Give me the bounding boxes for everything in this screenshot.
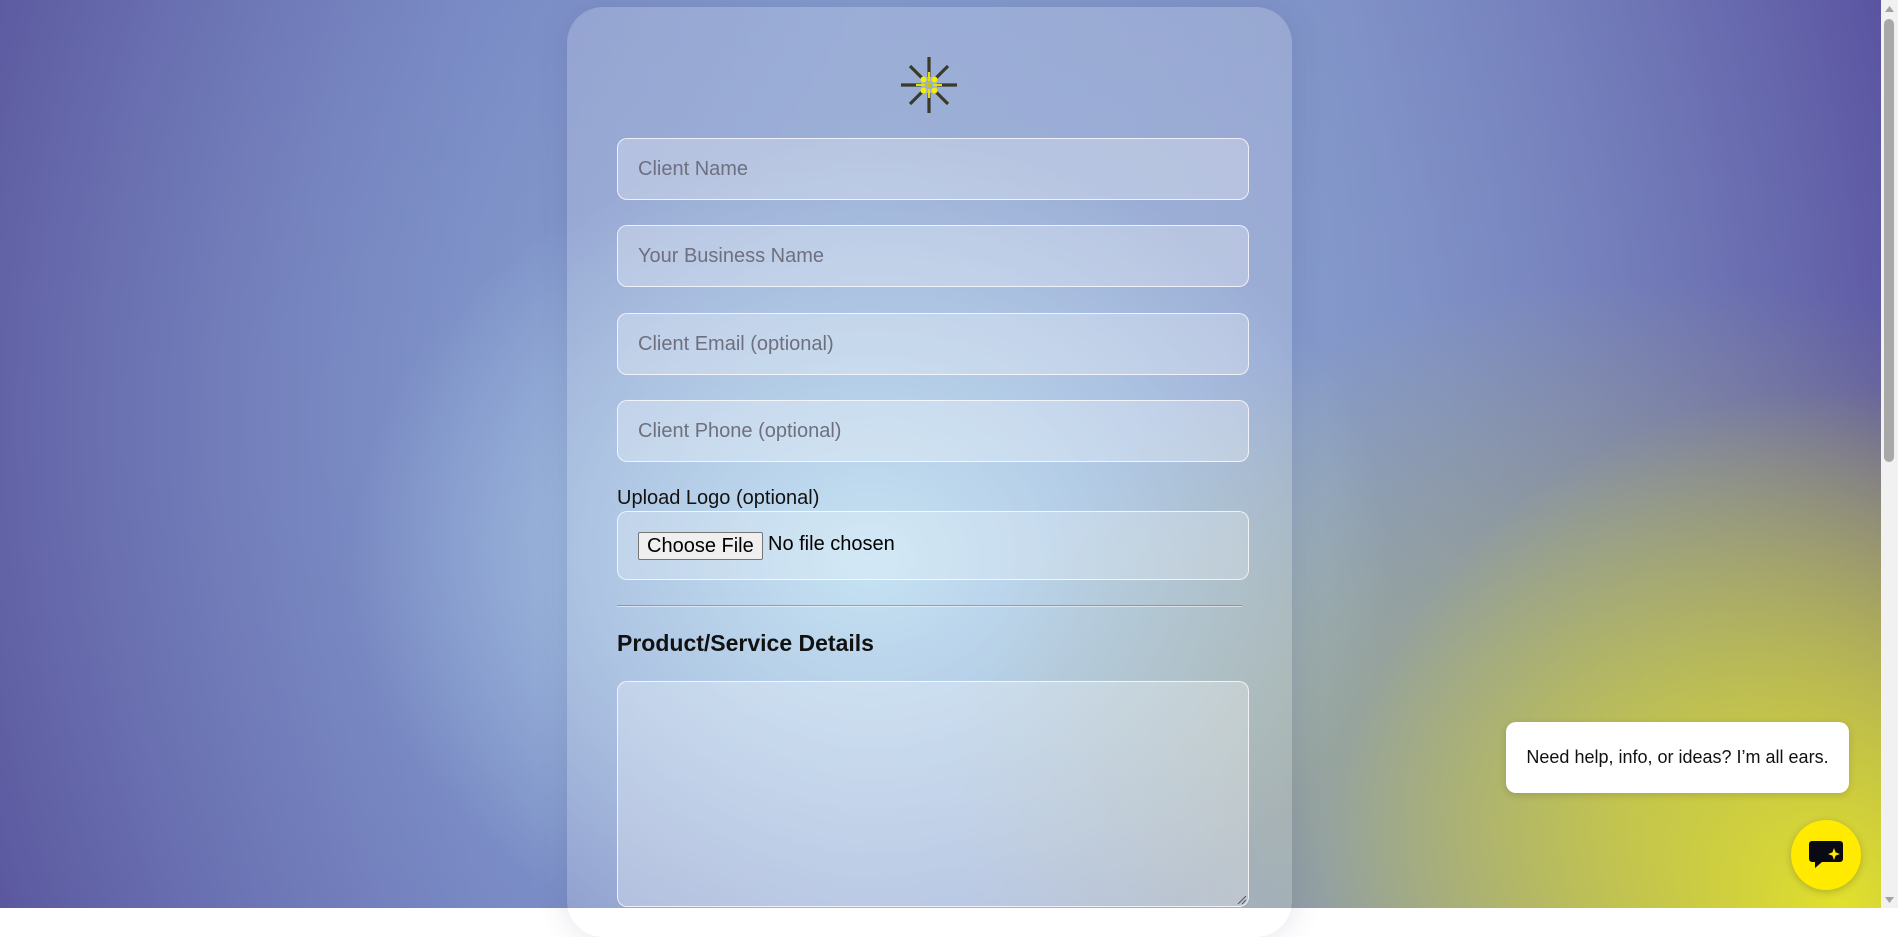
sunburst-logo-icon (901, 57, 957, 113)
scroll-down-arrow-icon[interactable] (1881, 891, 1898, 908)
business-name-input[interactable] (617, 225, 1249, 287)
file-status-text: No file chosen (768, 533, 895, 555)
choose-file-button[interactable]: Choose File (638, 532, 763, 560)
chat-prompt-bubble: Need help, info, or ideas? I’m all ears. (1506, 722, 1849, 793)
page-scrollbar[interactable] (1881, 0, 1898, 908)
resize-grip-icon[interactable] (1237, 895, 1247, 905)
chat-sparkle-icon (1809, 841, 1843, 868)
upload-logo-label: Upload Logo (optional) (617, 487, 820, 509)
product-service-heading: Product/Service Details (617, 630, 874, 656)
client-phone-input[interactable] (617, 400, 1249, 462)
client-name-input[interactable] (617, 138, 1249, 200)
product-service-details-textarea[interactable] (617, 681, 1249, 907)
section-divider (617, 605, 1242, 607)
scroll-up-arrow-icon[interactable] (1881, 0, 1898, 17)
scroll-thumb[interactable] (1884, 19, 1894, 462)
client-email-input[interactable] (617, 313, 1249, 375)
chat-launcher-button[interactable] (1791, 820, 1861, 890)
chat-prompt-text: Need help, info, or ideas? I’m all ears. (1526, 747, 1829, 767)
logo-file-input[interactable]: Choose File No file chosen (617, 511, 1249, 580)
